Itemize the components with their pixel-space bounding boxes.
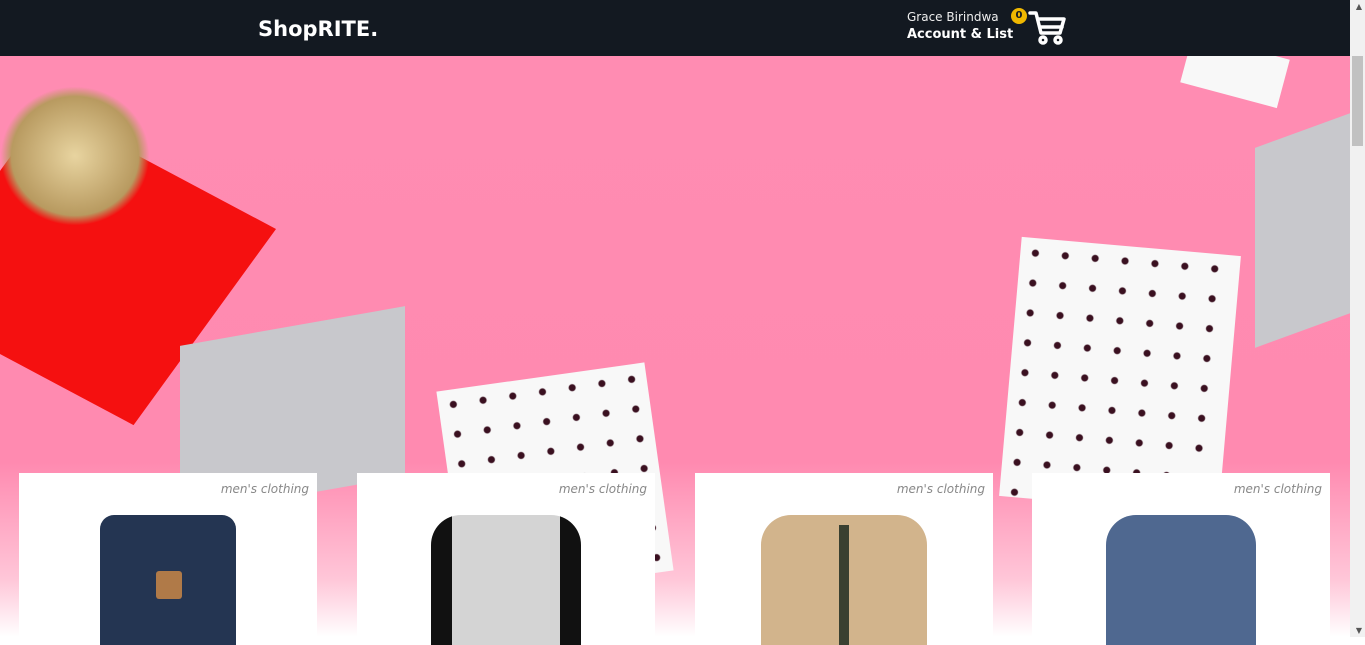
cart-icon[interactable]	[1028, 10, 1066, 46]
product-card[interactable]: men's clothing	[357, 473, 655, 645]
scroll-up-icon[interactable]: ▲	[1356, 2, 1362, 11]
product-category: men's clothing	[558, 482, 647, 496]
henley-shirt-image	[431, 515, 581, 645]
scrollbar-thumb[interactable]	[1352, 56, 1363, 146]
scroll-down-icon[interactable]: ▼	[1356, 626, 1362, 635]
backpack-image	[100, 515, 236, 645]
account-menu[interactable]: Grace Birindwa Account & List	[907, 10, 1013, 42]
product-card[interactable]: men's clothing	[1032, 473, 1330, 645]
user-name: Grace Birindwa	[907, 10, 999, 24]
product-category: men's clothing	[1233, 482, 1322, 496]
scrollbar[interactable]: ▲ ▼	[1350, 0, 1365, 637]
logo[interactable]: ShopRITE.	[258, 17, 378, 41]
cart-count-badge: 0	[1011, 8, 1027, 24]
account-list-link[interactable]: Account & List	[907, 27, 1013, 42]
shopping-bag-image	[1180, 56, 1290, 109]
silver-gift-box-image	[1255, 104, 1350, 348]
shirt-image	[1106, 515, 1256, 645]
product-category: men's clothing	[220, 482, 309, 496]
top-navbar: ShopRITE. Grace Birindwa Account & List …	[0, 0, 1350, 56]
product-card[interactable]: men's clothing	[695, 473, 993, 645]
product-card[interactable]: men's clothing	[19, 473, 317, 645]
product-category: men's clothing	[896, 482, 985, 496]
gold-bow-image	[0, 86, 150, 226]
jacket-image	[761, 515, 927, 645]
